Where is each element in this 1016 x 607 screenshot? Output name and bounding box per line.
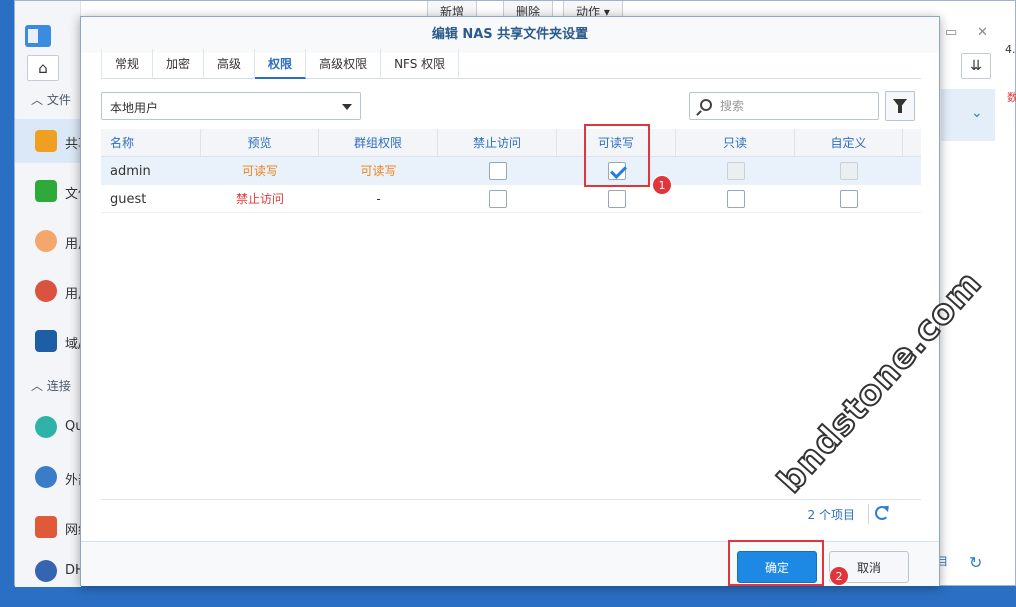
- step-marker-2: 2: [829, 566, 849, 586]
- file-services-icon: [35, 180, 57, 202]
- column-header-group-permission[interactable]: 群组权限: [319, 129, 438, 157]
- network-house-icon: [35, 516, 57, 538]
- column-header-no-access[interactable]: 禁止访问: [438, 129, 557, 157]
- sidebar-item-network[interactable]: 网络: [15, 505, 81, 549]
- collapse-icon: ︿: [31, 93, 44, 107]
- group-icon: [35, 280, 57, 302]
- cloud-icon: [35, 416, 57, 438]
- sidebar-item-shared-folder[interactable]: 共享: [15, 119, 81, 163]
- step-marker-1: 1: [652, 175, 672, 195]
- custom-checkbox[interactable]: [840, 190, 858, 208]
- preview-permission: 禁止访问: [235, 192, 284, 206]
- domain-icon: [35, 330, 57, 352]
- tab-advanced[interactable]: 高级: [204, 49, 256, 79]
- no-access-checkbox[interactable]: [488, 162, 507, 180]
- globe-icon: [35, 466, 57, 488]
- sidebar-item-group[interactable]: 用户: [15, 269, 81, 313]
- shared-folder-icon: [35, 130, 57, 152]
- search-icon: [700, 99, 712, 111]
- sidebar-item-file-services[interactable]: 文件: [15, 169, 81, 213]
- column-header-name[interactable]: 名称: [101, 129, 201, 157]
- sidebar-item-domain[interactable]: 域/: [15, 319, 81, 363]
- home-icon[interactable]: ⌂: [27, 55, 59, 81]
- close-icon[interactable]: ✕: [977, 25, 988, 40]
- column-header-read-only[interactable]: 只读: [676, 129, 795, 157]
- divider: [868, 504, 869, 524]
- tab-permissions[interactable]: 权限: [255, 49, 307, 79]
- tab-advanced-permissions[interactable]: 高级权限: [306, 49, 382, 79]
- edit-shared-folder-dialog: 编辑 NAS 共享文件夹设置 常规 加密 高级 权限 高级权限 NFS 权限 本…: [80, 16, 940, 586]
- preview-permission: 可读写: [241, 164, 278, 178]
- status-fragment: 数: [1007, 91, 1016, 104]
- highlight-ok-button: [728, 540, 824, 586]
- custom-checkbox[interactable]: [840, 162, 858, 180]
- item-count: 2 个项目: [807, 508, 855, 522]
- version-fragment: 4.: [1005, 43, 1016, 56]
- sidebar-section-connect[interactable]: ︿ 连接: [31, 377, 71, 394]
- search-field[interactable]: [689, 92, 879, 120]
- tab-general[interactable]: 常规: [101, 49, 154, 79]
- sidebar-section-file[interactable]: ︿ 文件: [31, 91, 71, 108]
- filter-button[interactable]: [885, 91, 915, 121]
- table-row[interactable]: guest 禁止访问 -: [101, 185, 921, 213]
- read-write-checkbox[interactable]: [607, 190, 626, 208]
- sidebar-item-dhcp[interactable]: DH: [15, 549, 81, 593]
- refresh-icon[interactable]: [875, 506, 889, 520]
- group-permission: -: [376, 192, 381, 206]
- sidebar: ⌂ ︿ 文件 共享 文件 用户 用户 域/ ︿ 连接: [15, 1, 81, 587]
- filter-icon: [893, 99, 907, 113]
- read-only-checkbox[interactable]: [726, 190, 745, 208]
- column-header-custom[interactable]: 自定义: [795, 129, 903, 157]
- user-name: guest: [110, 192, 147, 207]
- refresh-icon[interactable]: ↻: [969, 553, 982, 572]
- control-panel-app-icon: [25, 25, 51, 47]
- highlight-read-write: [584, 124, 650, 187]
- read-only-checkbox[interactable]: [726, 162, 745, 180]
- table-row[interactable]: admin 可读写 可读写: [101, 157, 921, 185]
- column-header-preview[interactable]: 预览: [201, 129, 319, 157]
- sidebar-item-quickconnect[interactable]: Qu: [15, 405, 81, 449]
- minimize-icon[interactable]: ▭: [945, 25, 957, 40]
- detail-panel: [941, 89, 995, 141]
- table-header: 名称 预览 群组权限 禁止访问 可读写 只读 自定义: [101, 129, 921, 157]
- chevron-down-icon[interactable]: ⌄: [971, 105, 983, 121]
- dialog-title: 编辑 NAS 共享文件夹设置: [81, 17, 939, 53]
- dropdown-arrow-icon: [342, 104, 352, 110]
- tab-encryption[interactable]: 加密: [153, 49, 205, 79]
- sidebar-item-user[interactable]: 用户: [15, 219, 81, 263]
- tab-nfs-permissions[interactable]: NFS 权限: [381, 49, 460, 79]
- dhcp-icon: [35, 560, 57, 582]
- user-icon: [35, 230, 57, 252]
- collapse-icon: ︿: [31, 379, 44, 393]
- sidebar-item-external-access[interactable]: 外部: [15, 455, 81, 499]
- user-name: admin: [110, 164, 151, 179]
- sort-icon[interactable]: ⇊: [961, 53, 991, 79]
- search-input[interactable]: [718, 97, 868, 115]
- no-access-checkbox[interactable]: [488, 190, 507, 208]
- group-permission: 可读写: [360, 164, 397, 178]
- table-footer: 2 个项目: [101, 499, 921, 525]
- tab-bar: 常规 加密 高级 权限 高级权限 NFS 权限: [101, 49, 921, 79]
- user-type-select[interactable]: 本地用户: [101, 92, 361, 120]
